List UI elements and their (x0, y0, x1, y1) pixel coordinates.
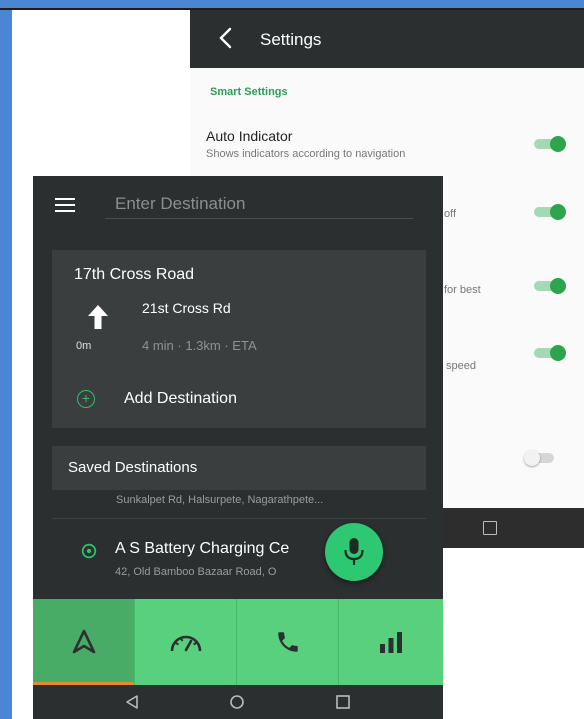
navigation-app: 17th Cross Road 21st Cross Rd 0m 4 min ·… (33, 176, 443, 719)
recents-icon[interactable] (483, 521, 497, 535)
settings-title: Settings (260, 30, 322, 49)
saved-destination-address: 42, Old Bamboo Bazaar Road, O (115, 566, 277, 578)
bottom-navigation (33, 599, 443, 685)
phone-icon (277, 632, 298, 652)
frame-top-border (0, 0, 584, 8)
auto-indicator-toggle[interactable] (530, 136, 568, 152)
recents-square-icon[interactable] (335, 694, 351, 710)
settings-header: Settings (190, 10, 584, 68)
tab-speed[interactable] (135, 599, 237, 685)
setting-row-2-subtitle: off (444, 208, 457, 220)
setting-row-4-subtitle: speed (446, 360, 476, 372)
next-street-name: 21st Cross Rd (142, 300, 231, 316)
voice-input-button[interactable] (325, 523, 383, 581)
auto-indicator-title: Auto Indicator (206, 128, 293, 144)
setting-row-2-toggle[interactable] (530, 204, 568, 220)
back-triangle-icon[interactable] (125, 694, 139, 710)
navigation-arrow-icon (72, 629, 95, 654)
system-navigation-bar (33, 685, 443, 719)
setting-row-3-toggle[interactable] (530, 278, 568, 294)
signal-bars-icon (380, 632, 402, 653)
route-eta: 4 min · 1.3km · ETA (142, 338, 257, 353)
location-pin-icon (81, 543, 97, 559)
saved-destinations-header: Saved Destinations (52, 446, 426, 490)
list-divider (52, 518, 426, 519)
speedometer-icon (170, 635, 201, 652)
menu-icon[interactable] (55, 198, 75, 212)
frame-left-border (0, 0, 12, 719)
section-label-smart-settings: Smart Settings (210, 86, 288, 98)
current-route-card[interactable]: 17th Cross Road 21st Cross Rd 0m 4 min ·… (52, 250, 426, 428)
tab-phone[interactable] (237, 599, 339, 685)
saved-destinations-title: Saved Destinations (68, 459, 198, 476)
saved-destination-name[interactable]: A S Battery Charging Ce (115, 540, 289, 558)
tab-navigate[interactable] (33, 599, 135, 685)
add-destination-button[interactable]: Add Destination (124, 390, 237, 408)
saved-destination-address[interactable]: Sunkalpet Rd, Halsurpete, Nagarathpete..… (116, 494, 323, 506)
setting-row-4-toggle[interactable] (530, 345, 568, 361)
auto-indicator-subtitle: Shows indicators according to navigation (206, 148, 406, 160)
setting-row-5-toggle[interactable] (522, 450, 560, 466)
setting-row-3-subtitle: for best (444, 284, 481, 296)
microphone-icon (344, 538, 364, 565)
route-destination-title: 17th Cross Road (74, 266, 195, 283)
destination-search-input[interactable] (105, 190, 413, 219)
home-circle-icon[interactable] (229, 694, 245, 710)
tab-stats[interactable] (339, 599, 443, 685)
add-circle-icon[interactable]: + (77, 390, 95, 408)
back-arrow-icon[interactable] (216, 26, 236, 50)
straight-arrow-icon (88, 305, 108, 329)
turn-distance: 0m (76, 340, 92, 352)
